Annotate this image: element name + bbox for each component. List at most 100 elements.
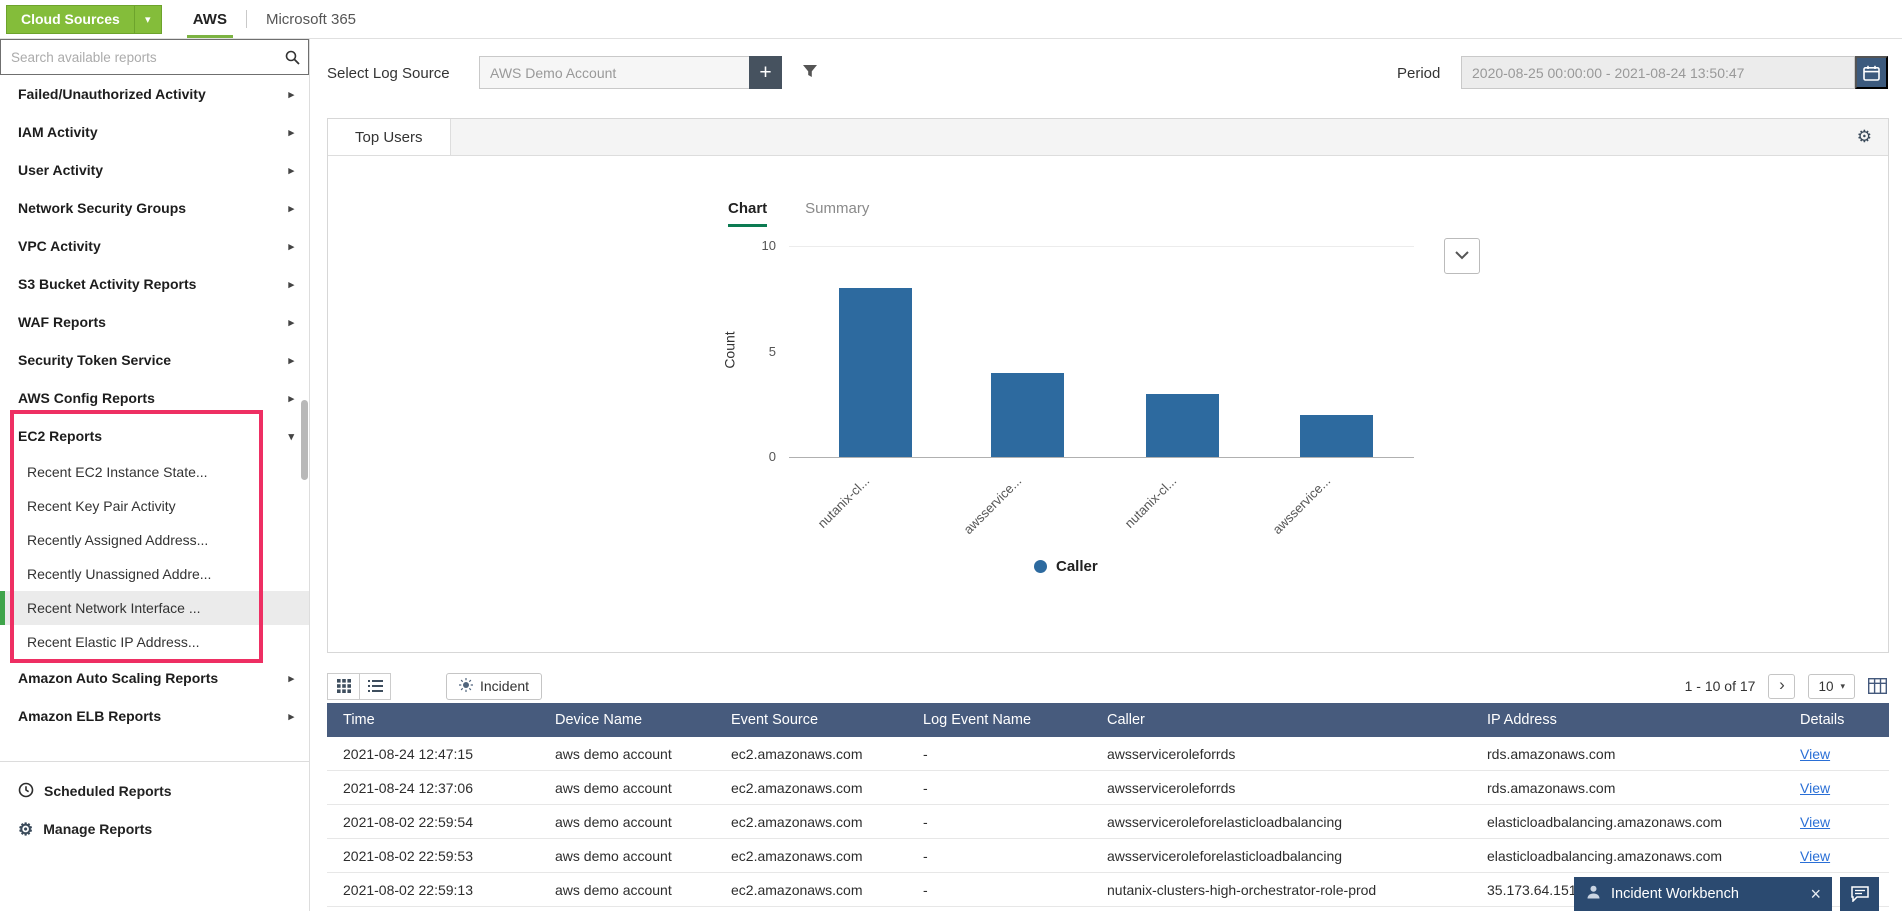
x-axis-line — [789, 457, 1414, 458]
app-window: Cloud Sources ▾ AWS Microsoft 365 Failed… — [0, 0, 1902, 911]
sidebar-item-recent-elastic-ip-address[interactable]: Recent Elastic IP Address... — [0, 625, 309, 659]
sidebar-item-recent-key-pair-activity[interactable]: Recent Key Pair Activity — [0, 489, 309, 523]
view-link[interactable]: View — [1800, 848, 1830, 864]
chevron-right-icon: ▸ — [288, 672, 294, 685]
chart-area: Chart Summary Count 10 5 0 — [328, 156, 1888, 652]
cloud-sources-button[interactable]: Cloud Sources ▾ — [6, 5, 162, 34]
chevron-right-icon: ▸ — [288, 164, 294, 177]
sidebar-item-recent-ec2-instance-state[interactable]: Recent EC2 Instance State... — [0, 455, 309, 489]
panel-settings-gear-icon[interactable]: ⚙ — [1857, 128, 1872, 145]
sidebar-item-iam-activity[interactable]: IAM Activity▸ — [0, 113, 309, 151]
report-search-box — [0, 39, 309, 75]
workbench-title: Incident Workbench — [1611, 886, 1739, 902]
chevron-right-icon: ▸ — [288, 392, 294, 405]
sidebar-item-aws-config-reports[interactable]: AWS Config Reports▸ — [0, 379, 309, 417]
sidebar-item-amazon-auto-scaling-reports[interactable]: Amazon Auto Scaling Reports▸ — [0, 659, 309, 697]
table-row[interactable]: 2021-08-24 12:37:06 aws demo account ec2… — [327, 771, 1889, 805]
sidebar-item-recently-unassigned-address[interactable]: Recently Unassigned Addre... — [0, 557, 309, 591]
cloud-source-tabs: AWS Microsoft 365 — [178, 0, 371, 38]
sidebar-scrollbar[interactable] — [301, 400, 308, 480]
chevron-down-icon: ▾ — [288, 430, 294, 443]
tab-top-users[interactable]: Top Users — [328, 119, 451, 155]
sidebar-item-security-token-service[interactable]: Security Token Service▸ — [0, 341, 309, 379]
sidebar-item-ec2-reports[interactable]: EC2 Reports▾ — [0, 417, 309, 455]
bar-nutanix-1[interactable] — [839, 288, 912, 457]
sidebar-item-amazon-elb-reports[interactable]: Amazon ELB Reports▸ — [0, 697, 309, 735]
chevron-right-icon: ▸ — [288, 710, 294, 723]
table-header-row: Time Device Name Event Source Log Event … — [327, 703, 1889, 737]
workbench-icon — [1585, 884, 1602, 905]
tab-microsoft-365[interactable]: Microsoft 365 — [251, 0, 371, 38]
x-tick-label: awsservice... — [1217, 473, 1334, 590]
col-ip-address[interactable]: IP Address — [1471, 712, 1784, 728]
chevron-right-icon: ▸ — [288, 278, 294, 291]
table-row[interactable]: 2021-08-02 22:59:54 aws demo account ec2… — [327, 805, 1889, 839]
x-tick-label: nutanix-cl... — [756, 473, 873, 590]
chevron-right-icon: ▸ — [288, 240, 294, 253]
search-input[interactable] — [1, 50, 276, 65]
tab-aws[interactable]: AWS — [178, 0, 242, 38]
col-event-source[interactable]: Event Source — [715, 712, 907, 728]
pagination-controls: 1 - 10 of 17 › 10 ▾ — [1685, 674, 1889, 699]
col-caller[interactable]: Caller — [1091, 712, 1471, 728]
period-label: Period — [1397, 65, 1440, 82]
filter-icon[interactable] — [802, 64, 818, 84]
reports-sidebar: Failed/Unauthorized Activity▸ IAM Activi… — [0, 39, 310, 911]
chevron-right-icon: ▸ — [288, 316, 294, 329]
bar-awsservice-2[interactable] — [1300, 415, 1373, 457]
chat-icon[interactable] — [1840, 877, 1879, 911]
report-category-list: Failed/Unauthorized Activity▸ IAM Activi… — [0, 75, 309, 735]
col-device-name[interactable]: Device Name — [539, 712, 715, 728]
log-source-input[interactable] — [479, 56, 750, 89]
chevron-down-icon[interactable]: ▾ — [134, 6, 161, 33]
col-details[interactable]: Details — [1784, 712, 1889, 728]
calendar-icon[interactable] — [1855, 56, 1888, 89]
report-panel: Top Users ⚙ Chart Summary Count 10 5 0 — [327, 118, 1889, 653]
incident-button[interactable]: Incident — [446, 673, 542, 700]
col-log-event-name[interactable]: Log Event Name — [907, 712, 1091, 728]
sidebar-item-failed-unauthorized-activity[interactable]: Failed/Unauthorized Activity▸ — [0, 75, 309, 113]
sidebar-item-recent-network-interface[interactable]: Recent Network Interface ... — [0, 591, 309, 625]
main-content: Select Log Source + Period Top Users ⚙ C… — [310, 39, 1902, 911]
search-icon[interactable] — [276, 50, 308, 65]
manage-reports-button[interactable]: ⚙ Manage Reports — [0, 810, 309, 848]
col-time[interactable]: Time — [327, 712, 539, 728]
pagination-text: 1 - 10 of 17 — [1685, 678, 1756, 694]
top-bar: Cloud Sources ▾ AWS Microsoft 365 — [0, 0, 1902, 39]
page-size-dropdown[interactable]: 10 ▾ — [1808, 674, 1855, 699]
sidebar-item-network-security-groups[interactable]: Network Security Groups▸ — [0, 189, 309, 227]
add-log-source-button[interactable]: + — [749, 56, 782, 89]
chevron-right-icon: ▸ — [288, 88, 294, 101]
period-field — [1461, 56, 1888, 89]
incident-icon — [459, 678, 473, 695]
legend-swatch — [1034, 560, 1047, 573]
chevron-right-icon: ▸ — [288, 202, 294, 215]
view-link[interactable]: View — [1800, 780, 1830, 796]
bar-nutanix-2[interactable] — [1146, 394, 1219, 457]
view-link[interactable]: View — [1800, 814, 1830, 830]
column-chooser-icon[interactable] — [1868, 678, 1887, 694]
scheduled-reports-button[interactable]: Scheduled Reports — [0, 772, 309, 810]
select-log-source-label: Select Log Source — [327, 65, 450, 82]
clock-icon — [18, 782, 34, 801]
sidebar-item-waf-reports[interactable]: WAF Reports▸ — [0, 303, 309, 341]
report-panel-tabs: Top Users ⚙ — [328, 119, 1888, 156]
grid-view-icon[interactable] — [328, 674, 359, 699]
tab-divider — [246, 10, 247, 28]
period-input[interactable] — [1461, 56, 1855, 89]
close-icon[interactable]: × — [1810, 885, 1821, 903]
bar-awsservice-1[interactable] — [991, 373, 1064, 457]
next-page-button[interactable]: › — [1768, 674, 1795, 699]
sidebar-item-user-activity[interactable]: User Activity▸ — [0, 151, 309, 189]
table-row[interactable]: 2021-08-24 12:47:15 aws demo account ec2… — [327, 737, 1889, 771]
chevron-right-icon: ▸ — [288, 354, 294, 367]
table-toolbar: Incident 1 - 10 of 17 › 10 ▾ — [327, 671, 1889, 701]
list-view-icon[interactable] — [359, 674, 390, 699]
sidebar-item-recently-assigned-address[interactable]: Recently Assigned Address... — [0, 523, 309, 557]
sidebar-item-s3-bucket-activity-reports[interactable]: S3 Bucket Activity Reports▸ — [0, 265, 309, 303]
table-row[interactable]: 2021-08-02 22:59:53 aws demo account ec2… — [327, 839, 1889, 873]
view-link[interactable]: View — [1800, 746, 1830, 762]
sidebar-item-vpc-activity[interactable]: VPC Activity▸ — [0, 227, 309, 265]
chart-legend[interactable]: Caller — [1034, 558, 1098, 575]
incident-workbench-bar[interactable]: Incident Workbench × — [1574, 877, 1832, 911]
